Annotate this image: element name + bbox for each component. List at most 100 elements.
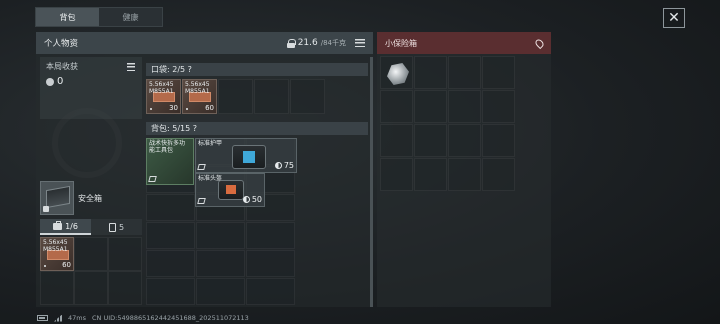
grid-cell[interactable] <box>108 237 142 271</box>
insure-icon <box>148 176 157 182</box>
uid-text: CN UID:5498865162442451688_202511072113 <box>92 314 249 322</box>
grid-cell[interactable] <box>482 90 515 123</box>
ping-value: 47ms <box>68 314 86 322</box>
grid-cell[interactable] <box>414 124 447 157</box>
insure-icon <box>197 198 206 204</box>
safebox-image <box>40 181 74 215</box>
close-button[interactable]: ✕ <box>663 8 685 28</box>
grid-cell[interactable] <box>146 278 195 305</box>
item-dot <box>150 108 152 110</box>
grid-cell[interactable] <box>448 90 481 123</box>
grid-cell[interactable] <box>246 250 295 277</box>
weight-max: /84千克 <box>320 39 346 47</box>
tab-backpack[interactable]: 背包 <box>36 8 99 26</box>
grid-cell[interactable] <box>290 79 325 114</box>
item-count: 30 <box>169 104 178 112</box>
list-icon <box>127 63 135 71</box>
safebox-slot[interactable]: 安全箱 <box>40 180 142 216</box>
grid-cell[interactable] <box>196 250 245 277</box>
grid-cell[interactable] <box>40 271 74 305</box>
grid-cell[interactable] <box>74 237 108 271</box>
grid-cell[interactable] <box>254 79 289 114</box>
helmet-item[interactable]: 标准头盔 50 <box>195 173 265 207</box>
lock-icon <box>43 206 49 212</box>
grid-cell[interactable] <box>246 222 295 249</box>
battery-icon <box>37 315 48 321</box>
durability: 50 <box>242 195 262 204</box>
personal-title: 个人物资 <box>44 39 79 49</box>
pin-icon[interactable] <box>533 37 546 49</box>
round-loot-menu-button[interactable] <box>124 61 138 73</box>
grid-cell[interactable] <box>414 158 447 191</box>
durability: 75 <box>274 161 294 170</box>
grid-cell[interactable] <box>380 56 413 89</box>
insurance-grid <box>380 56 516 191</box>
grid-cell[interactable] <box>482 56 515 89</box>
item-name: 5.56x45 M855A1 <box>185 81 210 95</box>
round-loot-value: 0 <box>46 76 136 87</box>
backpack-header: 背包: 5/15 ? <box>146 122 368 135</box>
round-loot-label: 本局收获 <box>46 62 78 71</box>
grid-cell[interactable] <box>482 124 515 157</box>
bag-icon <box>108 222 116 232</box>
item-count: 60 <box>205 104 214 112</box>
grid-cell[interactable] <box>380 90 413 123</box>
item-name: 5.56x45 M855A1 <box>43 239 68 253</box>
insurance-title: 小保险箱 <box>385 38 417 48</box>
item-dot <box>186 108 188 110</box>
tab-kit-label: 1/6 <box>65 221 78 231</box>
grid-cell[interactable] <box>448 124 481 157</box>
insure-icon <box>197 164 206 170</box>
durability-icon <box>242 196 250 203</box>
tab-health[interactable]: 健康 <box>99 8 162 26</box>
grid-cell[interactable] <box>380 124 413 157</box>
round-loot-box: 本局收获 0 <box>40 57 142 119</box>
grid-cell[interactable] <box>448 158 481 191</box>
helmet-image <box>218 180 244 200</box>
tab-kit[interactable]: 1/6 <box>40 219 91 235</box>
grid-cell[interactable] <box>218 79 253 114</box>
coin-icon <box>46 77 54 86</box>
pocket-ammo-item[interactable]: 5.56x45 M855A1 60 <box>182 79 217 114</box>
durability-value: 50 <box>251 195 262 204</box>
weight-value: 21.6 <box>297 38 318 48</box>
armor-panel <box>243 151 255 163</box>
left-column: 本局收获 0 安全箱 1/6 5 5.56x45 M855A1 60 <box>40 57 142 307</box>
armor-image <box>232 145 266 169</box>
pocket-ammo-item[interactable]: 5.56x45 M855A1 30 <box>146 79 181 114</box>
round-loot-number: 0 <box>57 76 64 87</box>
grid-cell[interactable] <box>414 56 447 89</box>
item-name: 标准护甲 <box>198 140 223 147</box>
list-icon[interactable] <box>355 39 365 47</box>
tab-bag-label: 5 <box>118 222 125 232</box>
grid-cell[interactable] <box>380 158 413 191</box>
grid-cell[interactable] <box>196 222 245 249</box>
grid-cell[interactable] <box>482 158 515 191</box>
safebox-ammo-item[interactable]: 5.56x45 M855A1 60 <box>40 237 74 271</box>
panel-divider <box>370 57 373 307</box>
grid-cell[interactable] <box>196 278 245 305</box>
grid-cell[interactable] <box>74 271 108 305</box>
signal-icon <box>54 314 62 322</box>
top-tabs: 背包 健康 <box>35 7 163 27</box>
tab-bag[interactable]: 5 <box>91 219 142 235</box>
lock-icon <box>286 38 296 48</box>
armor-item[interactable]: 标准护甲 75 <box>195 138 297 173</box>
toolkit-item[interactable]: 战术快拆多功 能工具包 <box>146 138 194 185</box>
pocket-header: 口袋: 2/5 ? <box>146 63 368 76</box>
grid-cell[interactable] <box>146 194 195 221</box>
grid-cell[interactable] <box>146 250 195 277</box>
close-icon: ✕ <box>668 10 680 26</box>
grid-cell[interactable] <box>146 222 195 249</box>
grid-cell[interactable] <box>448 56 481 89</box>
weight-display: 21.6 /84千克 <box>286 38 365 48</box>
safebox-label: 安全箱 <box>78 193 102 203</box>
gem-icon <box>387 63 409 85</box>
item-name: 战术快拆多功 能工具包 <box>149 140 186 154</box>
container-tabs: 1/6 5 <box>40 219 142 235</box>
item-name: 5.56x45 M855A1 <box>149 81 174 95</box>
grid-cell[interactable] <box>414 90 447 123</box>
grid-cell[interactable] <box>246 278 295 305</box>
grid-cell[interactable] <box>108 271 142 305</box>
durability-value: 75 <box>283 161 294 170</box>
